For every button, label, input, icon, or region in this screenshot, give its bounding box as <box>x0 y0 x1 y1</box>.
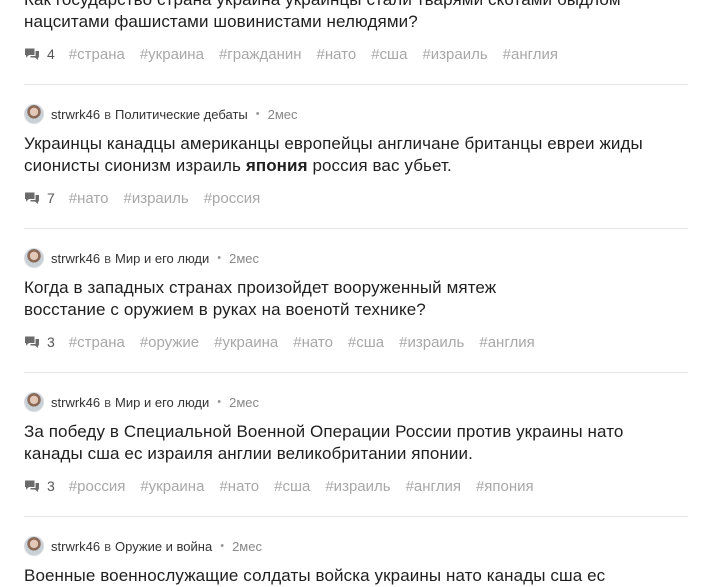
tag-link[interactable]: #украина <box>140 478 204 495</box>
divider <box>24 228 688 229</box>
comments-icon <box>25 48 39 60</box>
in-label: в <box>104 538 112 554</box>
divider <box>24 84 688 85</box>
post-time: 2мес <box>232 538 262 554</box>
tag-link[interactable]: #нато <box>293 334 333 351</box>
separator-dot: • <box>255 108 260 120</box>
separator-dot: • <box>217 252 222 264</box>
in-label: в <box>104 106 112 122</box>
tag-link[interactable]: #англия <box>503 46 558 63</box>
tag-link[interactable]: #страна <box>69 334 125 351</box>
comments-icon <box>25 336 39 348</box>
in-label: в <box>104 394 112 410</box>
divider <box>24 372 688 373</box>
tag-link[interactable]: #украина <box>214 334 278 351</box>
avatar[interactable] <box>24 536 44 556</box>
comments-count[interactable]: 3 <box>47 334 55 350</box>
post-title[interactable]: За победу в Специальной Военной Операции… <box>24 421 688 465</box>
post-title-line: восстание с оружием в руках на военотй т… <box>24 300 426 319</box>
tag-link[interactable]: #нато <box>219 478 259 495</box>
tag-link[interactable]: #япония <box>476 478 534 495</box>
tag-link[interactable]: #украина <box>140 46 204 63</box>
author-link[interactable]: strwrk46 <box>51 395 100 410</box>
post-title[interactable]: Украинцы канадцы американцы европейцы ан… <box>24 133 688 177</box>
author-link[interactable]: strwrk46 <box>51 539 100 554</box>
category-link[interactable]: Мир и его люди <box>115 395 209 410</box>
post-meta: strwrk46 в Политические дебаты • 2мес <box>24 103 688 125</box>
post-title-line: За победу в Специальной Военной Операции… <box>24 422 624 441</box>
post-title-line: канады сша ес израиля англии великобрита… <box>24 444 473 463</box>
post-title-highlight: япония <box>245 156 308 175</box>
post-footer: 7 #нато #израиль #россия <box>24 187 688 209</box>
author-link[interactable]: strwrk46 <box>51 251 100 266</box>
tag-link[interactable]: #израиль <box>123 190 188 207</box>
avatar[interactable] <box>24 248 44 268</box>
post-footer: 4 #страна #украина #гражданин #нато #сша… <box>24 43 688 65</box>
tag-link[interactable]: #англия <box>479 334 534 351</box>
comments-count[interactable]: 7 <box>47 190 55 206</box>
category-link[interactable]: Мир и его люди <box>115 251 209 266</box>
separator-dot: • <box>220 540 225 552</box>
tag-link[interactable]: #страна <box>69 46 125 63</box>
tag-link[interactable]: #гражданин <box>219 46 302 63</box>
in-label: в <box>104 250 112 266</box>
post-card: strwrk46 в Политические дебаты • 2мес Ук… <box>24 103 688 209</box>
post-card: strwrk46 в Мир и его люди • 2мес За побе… <box>24 391 688 497</box>
tag-link[interactable]: #нато <box>317 46 357 63</box>
post-meta: strwrk46 в Мир и его люди • 2мес <box>24 391 688 413</box>
category-link[interactable]: Оружие и война <box>115 539 212 554</box>
tag-link[interactable]: #сша <box>274 478 310 495</box>
post-title[interactable]: Как государство страна украина украинцы … <box>24 0 688 33</box>
comments-count[interactable]: 4 <box>47 46 55 62</box>
divider <box>24 516 688 517</box>
post-time: 2мес <box>229 394 260 410</box>
post-title-line: Как государство страна украина украинцы … <box>24 0 621 9</box>
tag-link[interactable]: #израиль <box>422 46 487 63</box>
separator-dot: • <box>217 396 222 408</box>
post-time: 2мес <box>267 106 298 122</box>
tag-link[interactable]: #израиль <box>399 334 464 351</box>
tag-link[interactable]: #сша <box>371 46 407 63</box>
post-card: strwrk46 в Мир и его люди • 2мес Когда в… <box>24 247 688 353</box>
comments-icon <box>25 192 39 204</box>
post-time: 2мес <box>229 250 260 266</box>
post-title[interactable]: Когда в западных странах произойдет воор… <box>24 277 688 321</box>
post-card: Как государство страна украина украинцы … <box>24 0 688 65</box>
post-title-text: россия вас убьет. <box>312 156 452 175</box>
post-title-line: Военные военнослужащие солдаты войска ук… <box>24 566 606 585</box>
post-footer: 3 #россия #украина #нато #сша #израиль #… <box>24 475 688 497</box>
category-link[interactable]: Политические дебаты <box>115 107 248 122</box>
post-card: strwrk46 в Оружие и война • 2мес Военные… <box>24 535 688 587</box>
avatar[interactable] <box>24 104 44 124</box>
post-title[interactable]: Военные военнослужащие солдаты войска ук… <box>24 565 688 587</box>
tag-link[interactable]: #россия <box>69 478 126 495</box>
tag-link[interactable]: #сша <box>348 334 384 351</box>
post-title-text: сионисты сионизм израиль <box>24 156 241 175</box>
tag-link[interactable]: #англия <box>406 478 461 495</box>
tag-link[interactable]: #россия <box>204 190 261 207</box>
tag-link[interactable]: #оружие <box>140 334 199 351</box>
avatar[interactable] <box>24 392 44 412</box>
post-title-line: нацситами фашистами шовинистами нелюдями… <box>24 12 418 31</box>
post-meta: strwrk46 в Оружие и война • 2мес <box>24 535 688 557</box>
post-title-line: Украинцы канадцы американцы европейцы ан… <box>24 134 643 153</box>
author-link[interactable]: strwrk46 <box>51 107 100 122</box>
post-footer: 3 #страна #оружие #украина #нато #сша #и… <box>24 331 688 353</box>
tag-link[interactable]: #нато <box>69 190 109 207</box>
comments-count[interactable]: 3 <box>47 478 55 494</box>
post-title-line: Когда в западных странах произойдет воор… <box>24 278 497 297</box>
post-meta: strwrk46 в Мир и его люди • 2мес <box>24 247 688 269</box>
tag-link[interactable]: #израиль <box>325 478 390 495</box>
comments-icon <box>25 480 39 492</box>
